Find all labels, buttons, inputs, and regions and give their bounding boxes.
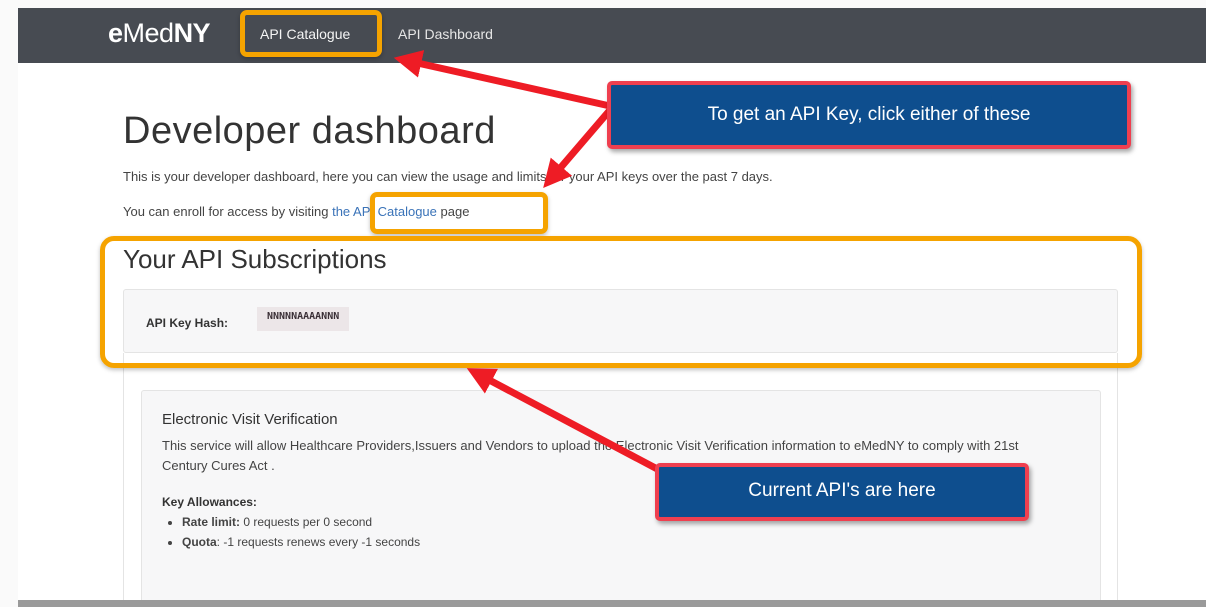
subscriptions-heading: Your API Subscriptions (123, 244, 387, 274)
enroll-prefix: You can enroll for access by visiting (123, 204, 333, 219)
api-key-label: API Key Hash: (146, 316, 229, 330)
rate-limit-value: 0 requests per 0 second (240, 515, 373, 529)
logo-ny: NY (173, 18, 211, 48)
callout-get-api-key: To get an API Key, click either of these (607, 81, 1131, 149)
top-navbar: eMedNY API Catalogue API Dashboard (18, 8, 1206, 63)
screenshot: eMedNY API Catalogue API Dashboard Devel… (0, 0, 1206, 607)
enroll-suffix: page (436, 204, 470, 219)
enroll-text: You can enroll for access by visiting th… (123, 204, 469, 219)
quota-item: Quota: -1 requests renews every -1 secon… (182, 532, 420, 552)
intro-suffix: usage and limits for your API keys over … (452, 169, 773, 184)
window-bottom-edge (18, 600, 1206, 607)
logo-med: Med (122, 18, 175, 48)
page-title: Developer dashboard (123, 110, 496, 152)
allowances-list: Rate limit: 0 requests per 0 second Quot… (162, 512, 420, 552)
rate-limit-label: Rate limit: (182, 515, 241, 529)
quota-value: : -1 requests renews every -1 seconds (216, 535, 421, 549)
key-allowances-heading: Key Allowances: (162, 495, 257, 509)
nav-api-catalogue[interactable]: API Catalogue (260, 26, 350, 42)
browser-viewport: eMedNY API Catalogue API Dashboard Devel… (18, 8, 1206, 600)
arrow-to-nav-catalogue (393, 50, 614, 110)
emedny-logo[interactable]: eMedNY (108, 18, 211, 49)
rate-limit-item: Rate limit: 0 requests per 0 second (182, 512, 420, 532)
api-catalogue-link[interactable]: the API Catalogue (332, 204, 437, 219)
api-key-card: API Key Hash: NNNNNAAAANNN (123, 289, 1118, 353)
intro-prefix: This is your developer dashboard, here y… (123, 169, 453, 184)
logo-e: e (108, 18, 123, 48)
quota-label: Quota (182, 535, 217, 549)
nav-api-dashboard[interactable]: API Dashboard (398, 26, 493, 42)
intro-text: This is your developer dashboard, here y… (123, 169, 773, 184)
api-title: Electronic Visit Verification (162, 411, 338, 428)
api-key-hash-value[interactable]: NNNNNAAAANNN (257, 307, 350, 331)
callout-current-apis: Current API's are here (655, 463, 1029, 521)
